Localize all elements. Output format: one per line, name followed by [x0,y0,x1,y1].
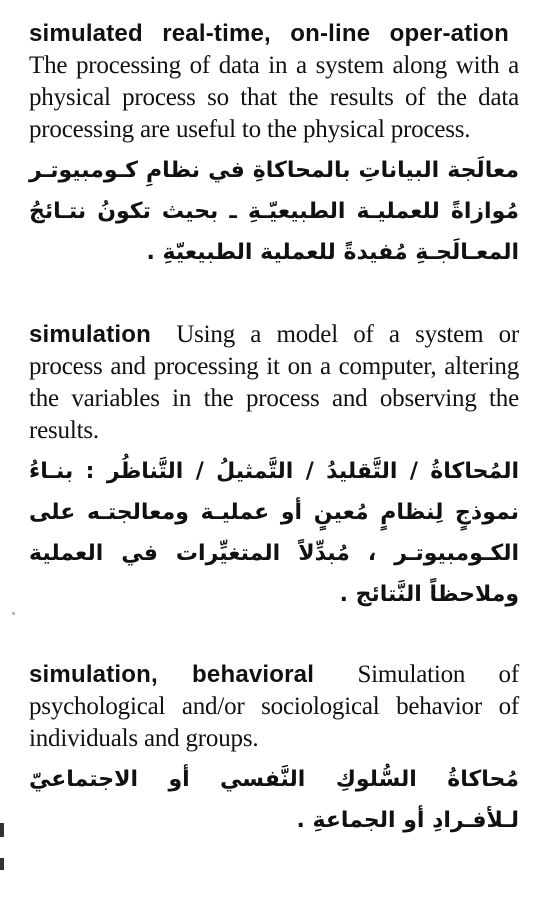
entry-definition-ar: مُحاكاةُ السُّلوكِ النَّفسي أو الاجتماعي… [29,767,519,833]
entry-term: simulation [29,321,152,348]
entry-definition-en: The processing of data in a system along… [29,52,519,143]
scan-artifact [0,823,4,837]
entry-definition-ar: المُحاكاةُ / التَّقليدُ / التَّمثيلُ / ا… [29,459,519,607]
dictionary-entry: simulated real-time, on-line oper-ation … [29,18,519,273]
entry-english: simulated real-time, on-line oper-ation … [29,18,519,146]
entry-english: simulation, behavioral Simulation of psy… [29,659,519,755]
dictionary-entry: simulation Using a model of a system or … [29,319,519,615]
dictionary-page: simulated real-time, on-line oper-ation … [29,18,519,841]
scan-artifact [12,612,15,615]
entry-term: simulated real-time, on-line oper-ation [29,20,509,47]
scan-artifact [0,858,4,870]
dictionary-entry: simulation, behavioral Simulation of psy… [29,659,519,841]
entry-english: simulation Using a model of a system or … [29,319,519,447]
entry-term: simulation, behavioral [29,661,315,688]
entry-definition-ar: معالَجة البياناتِ بالمحاكاةِ في نظامِ كـ… [29,158,519,265]
